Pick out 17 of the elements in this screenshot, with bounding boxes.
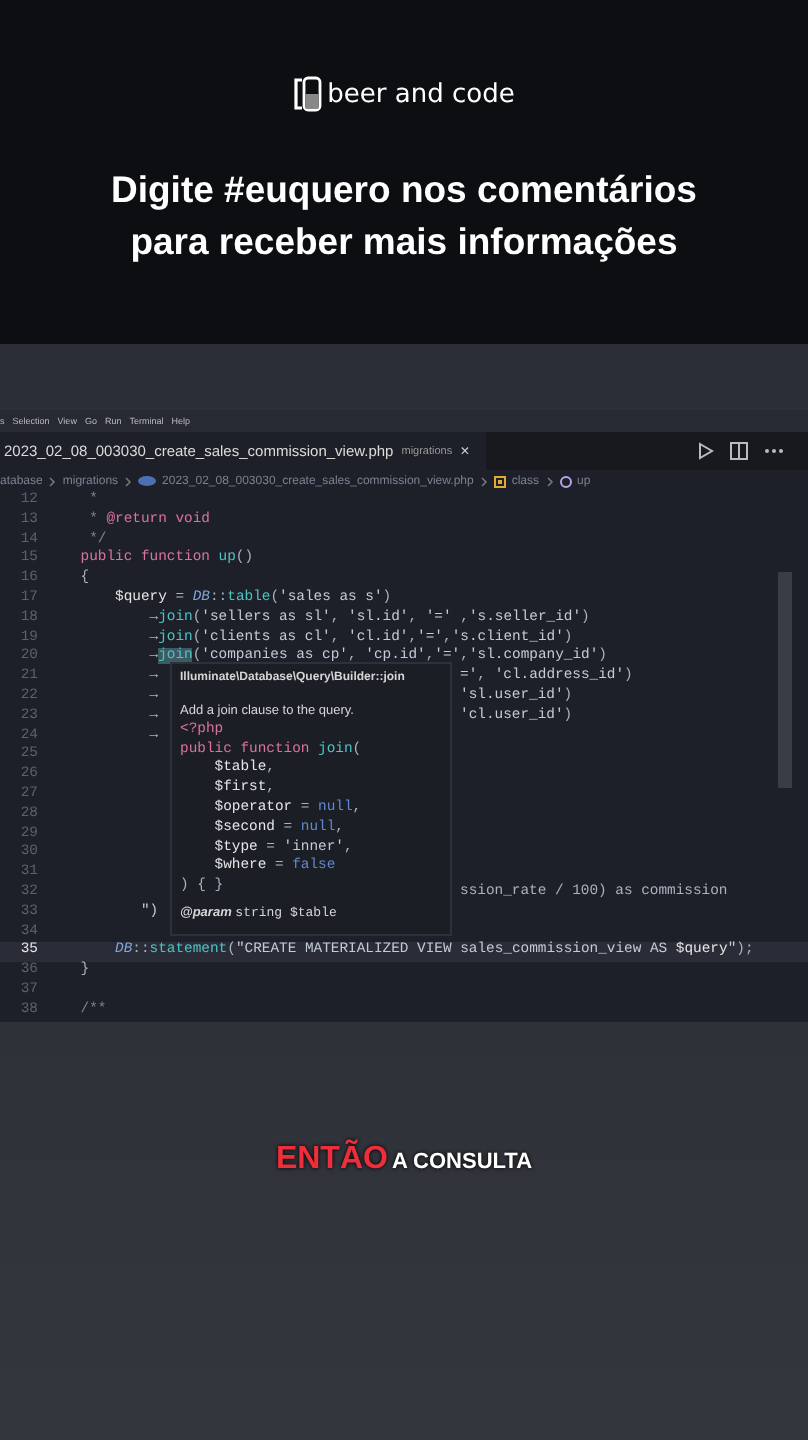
headline: para receber mais informações — [130, 220, 678, 264]
chevron-icon — [545, 475, 553, 487]
split-editor-icon[interactable] — [730, 442, 748, 460]
caption-text: A CONSULTA — [391, 1149, 533, 1174]
class-icon — [493, 475, 506, 487]
scrollbar-thumb[interactable] — [778, 572, 792, 788]
headline: Digite #euquero nos comentários — [111, 168, 697, 212]
run-icon[interactable] — [696, 442, 714, 460]
beer-glass-icon — [293, 76, 322, 112]
php-file-icon — [138, 476, 157, 486]
more-icon[interactable] — [764, 448, 784, 454]
caption-highlight: ENTÃO — [275, 1141, 388, 1178]
chevron-icon — [479, 475, 488, 487]
chevron-icon — [48, 475, 57, 487]
brand-name: beer and code — [327, 79, 515, 109]
chevron-icon — [124, 475, 133, 487]
close-button[interactable]: × — [460, 442, 470, 460]
